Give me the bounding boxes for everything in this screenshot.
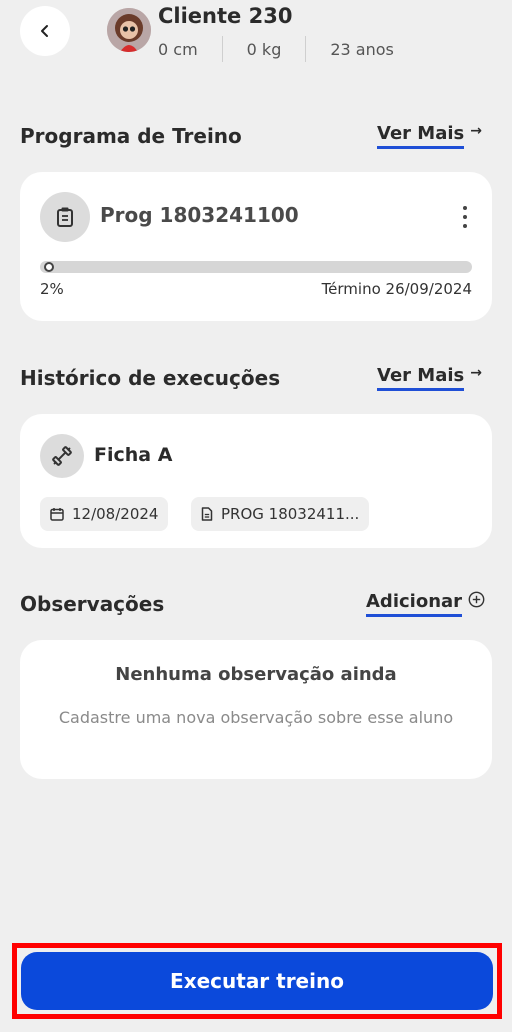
observations-empty-card: Nenhuma observação ainda Cadastre uma no… xyxy=(20,640,492,779)
observations-section-title: Observações xyxy=(20,592,165,616)
history-see-more-link[interactable]: Ver Mais → xyxy=(377,365,482,391)
see-more-label: Ver Mais xyxy=(377,365,465,391)
back-button[interactable] xyxy=(20,6,70,56)
arrow-right-icon: → xyxy=(470,365,482,381)
weight-value: 0 kg xyxy=(246,39,282,59)
progress-bar xyxy=(40,261,472,273)
history-section-title: Histórico de execuções xyxy=(20,366,281,390)
program-see-more-link[interactable]: Ver Mais → xyxy=(377,123,482,149)
clipboard-icon xyxy=(40,192,90,242)
program-chip: PROG 18032411... xyxy=(191,497,370,531)
client-name: Cliente 230 xyxy=(158,4,293,28)
document-icon xyxy=(201,507,213,521)
divider xyxy=(221,36,223,62)
date-chip: 12/08/2024 xyxy=(40,497,169,531)
dumbbell-icon xyxy=(40,434,84,478)
see-more-label: Ver Mais xyxy=(377,123,465,149)
workout-name: Ficha A xyxy=(94,444,173,466)
avatar xyxy=(107,8,151,52)
program-name: Prog 1803241100 xyxy=(100,203,299,227)
program-section-title: Programa de Treino xyxy=(20,124,242,148)
chevron-left-icon xyxy=(41,25,48,37)
calendar-icon xyxy=(50,508,64,521)
history-card[interactable]: Ficha A 12/08/2024 PROG 18032411... xyxy=(20,414,492,548)
divider xyxy=(305,36,307,62)
progress-percent: 2% xyxy=(40,280,64,298)
client-stats: 0 cm 0 kg 23 anos xyxy=(158,36,394,62)
execution-date: 12/08/2024 xyxy=(72,505,159,523)
program-end-date: Término 26/09/2024 xyxy=(321,280,472,298)
plus-circle-icon xyxy=(468,591,485,612)
program-card[interactable]: Prog 1803241100 2% Término 26/09/2024 xyxy=(20,172,492,321)
arrow-right-icon: → xyxy=(470,123,482,139)
add-label: Adicionar xyxy=(366,591,463,617)
execute-workout-button[interactable]: Executar treino xyxy=(21,952,493,1010)
empty-state-title: Nenhuma observação ainda xyxy=(115,664,397,685)
add-observation-link[interactable]: Adicionar xyxy=(366,591,485,617)
height-value: 0 cm xyxy=(158,39,198,59)
progress-indicator xyxy=(43,262,54,272)
empty-state-subtitle: Cadastre uma nova observação sobre esse … xyxy=(58,708,454,727)
age-value: 23 anos xyxy=(330,39,394,59)
program-reference: PROG 18032411... xyxy=(221,505,360,523)
kebab-menu-icon[interactable] xyxy=(460,206,470,228)
